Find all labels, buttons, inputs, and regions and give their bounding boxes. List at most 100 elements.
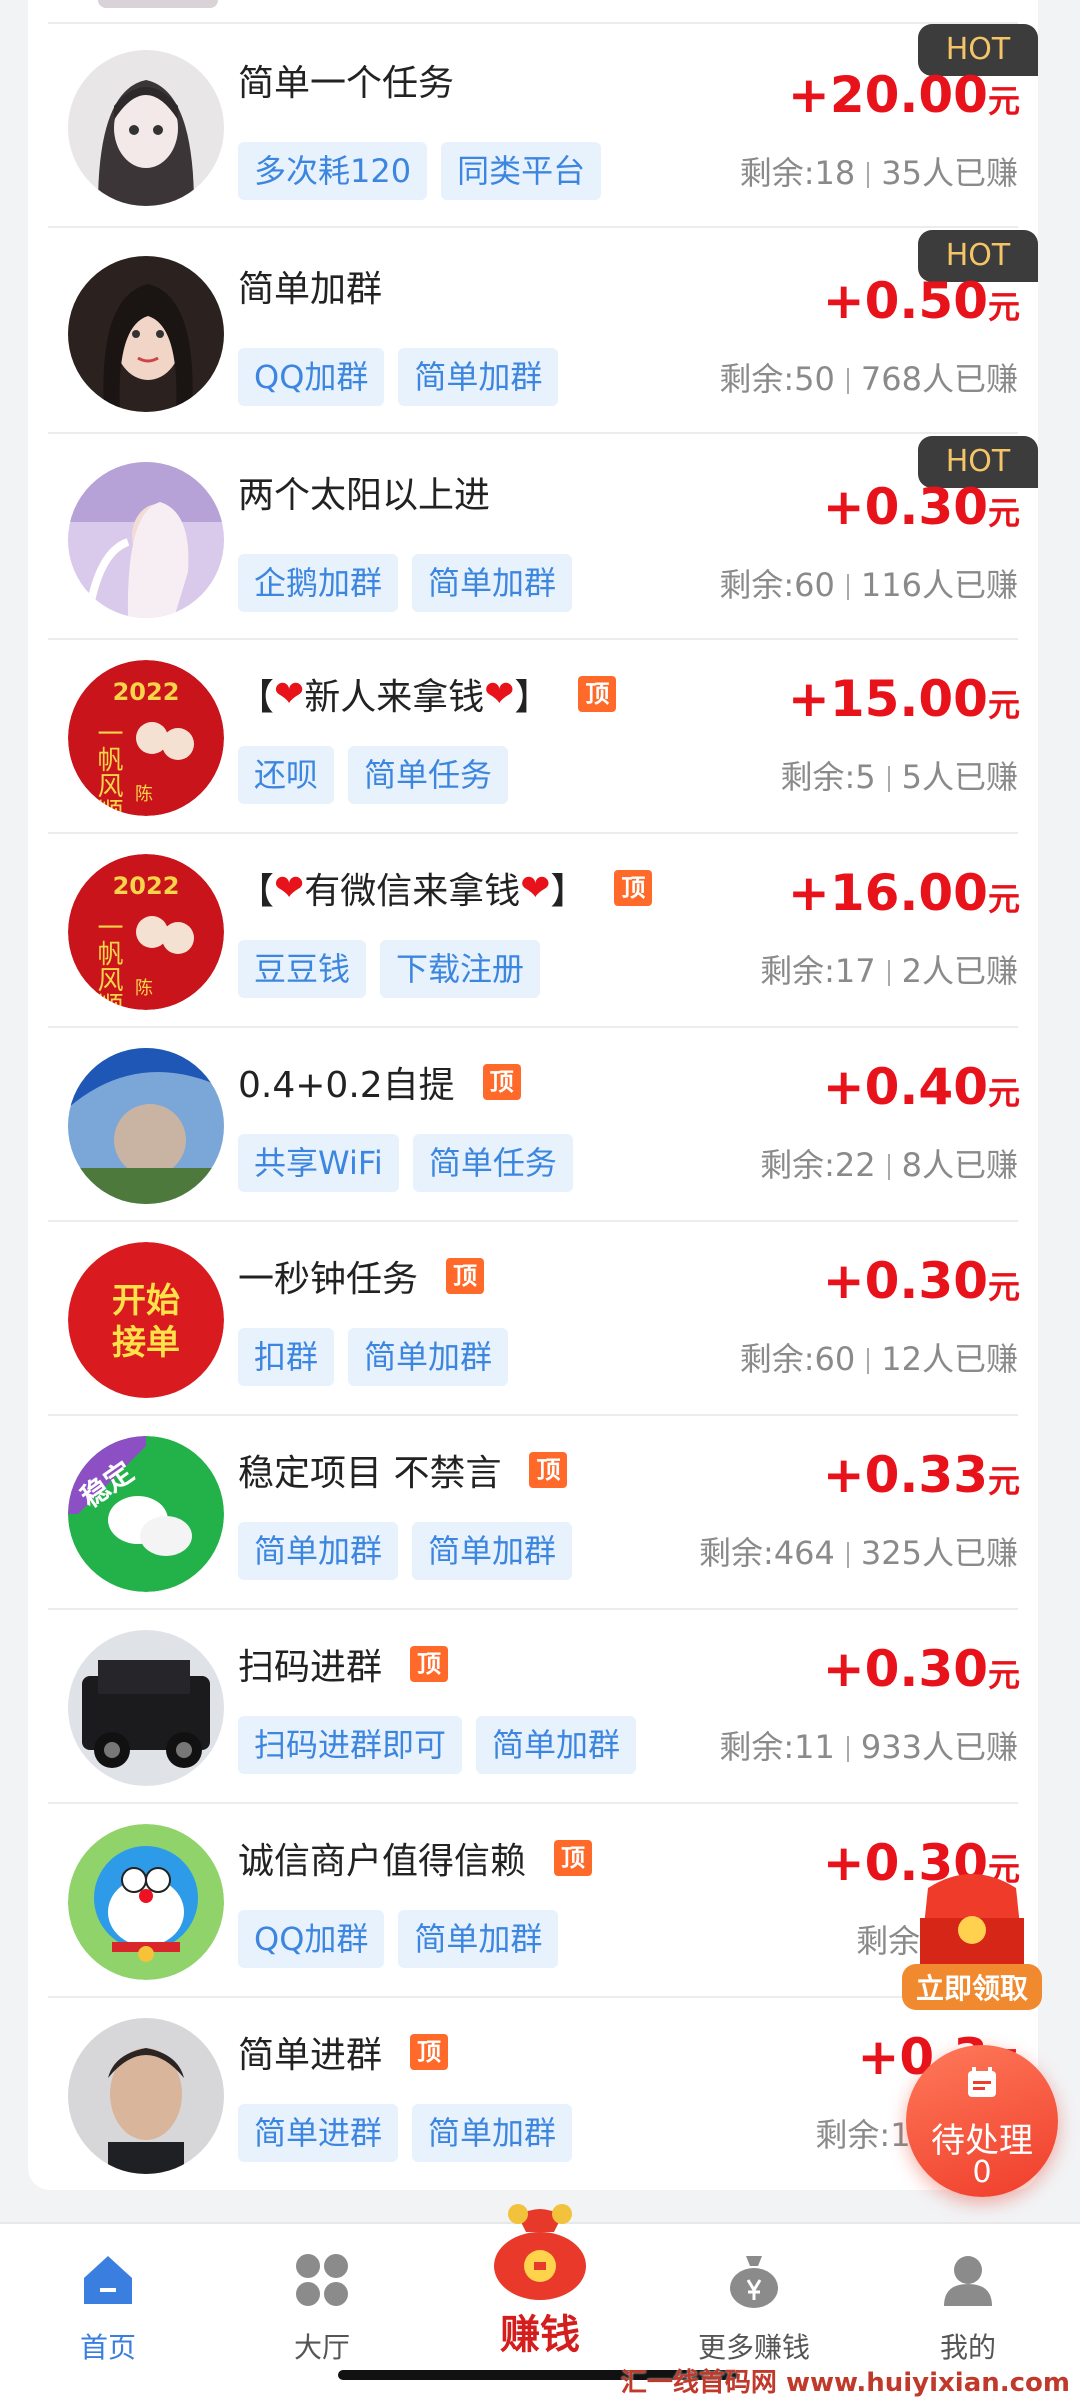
- avatar: [68, 1824, 224, 1980]
- pinned-badge: 顶: [554, 1840, 593, 1876]
- title-text: 新人来拿钱: [304, 677, 485, 718]
- task-stats: 剩余:5 5人已赚: [780, 752, 1018, 798]
- title-text: 扫码进群: [238, 1647, 383, 1688]
- redpack-claim-button[interactable]: 立即领取: [898, 1868, 1046, 2018]
- earned-count: 933人已赚: [860, 1728, 1018, 1766]
- avatar-calligraphy-text: 一帆风顺: [93, 914, 123, 1010]
- price-unit: 元: [987, 288, 1020, 326]
- price-value: +16.00: [787, 864, 988, 922]
- tab-earn[interactable]: 赚钱: [478, 2202, 602, 2358]
- tab-label: 我的: [939, 2331, 996, 2364]
- tab-label: 赚钱: [500, 2312, 580, 2358]
- task-tag: 企鹅加群: [238, 554, 399, 612]
- price-unit: 元: [987, 686, 1020, 724]
- task-row[interactable]: 稳定 稳定项目 不禁言 顶 简单加群 简单加群 +0.33元 剩余:464 325…: [48, 1416, 1020, 1610]
- pending-tasks-button[interactable]: 待处理 0: [906, 2045, 1058, 2197]
- calendar-icon: [968, 2067, 996, 2097]
- task-list-card: HOT 简单一个任务 多次耗120 同类平台 +20.00元 剩余:18 35人已…: [28, 0, 1038, 2190]
- task-row[interactable]: 2022 一帆风顺陈 【❤ 新人来拿钱 ❤】 顶 还呗 简单任务 +15.00元 剩余…: [48, 640, 1020, 834]
- tab-label: 首页: [79, 2331, 136, 2364]
- title-text: 一秒钟任务: [238, 1259, 419, 1300]
- task-tags: 还呗 简单任务: [238, 746, 509, 804]
- title-text: 简单进群: [238, 2035, 383, 2076]
- task-stats: 剩余:18 35人已赚: [740, 148, 1018, 194]
- task-row[interactable]: 0.4+0.2自提 顶 共享WiFi 简单任务 +0.40元 剩余:22 8人已赚: [48, 1028, 1020, 1222]
- task-title: 简单进群 顶: [238, 2026, 449, 2078]
- task-tags: 共享WiFi 简单任务: [238, 1134, 573, 1192]
- task-title: 0.4+0.2自提 顶: [238, 1056, 521, 1108]
- avatar: [68, 50, 224, 206]
- task-stats: 剩余:22 8人已赚: [760, 1140, 1018, 1186]
- task-tag: 简单加群: [412, 2104, 573, 2162]
- task-tags: 豆豆钱 下载注册: [238, 940, 541, 998]
- task-title: 稳定项目 不禁言 顶: [238, 1444, 568, 1496]
- task-reward: +0.30元: [823, 478, 1020, 536]
- task-tag: 扫码进群即可: [238, 1716, 463, 1774]
- task-tag: 简单加群: [238, 1522, 399, 1580]
- redpack-label: 立即领取: [916, 1972, 1028, 2005]
- price-value: +0.50: [822, 272, 988, 330]
- task-tag: 还呗: [238, 746, 335, 804]
- remaining-count: 剩余:11: [719, 1728, 835, 1766]
- task-row[interactable]: HOT 简单加群 QQ加群 简单加群 +0.50元 剩余:50 768人已赚: [48, 228, 1038, 434]
- task-stats: 剩余:60 116人已赚: [719, 560, 1018, 606]
- task-title: 【❤ 新人来拿钱 ❤】 顶: [238, 668, 617, 720]
- price-value: +15.00: [787, 670, 988, 728]
- price-unit: 元: [987, 1268, 1020, 1306]
- task-title: 【❤ 有微信来拿钱 ❤】 顶: [238, 862, 653, 914]
- task-tags: 多次耗120 同类平台: [238, 142, 602, 200]
- avatar-text: 开始: [112, 1281, 180, 1321]
- task-row[interactable]: 开始 接单 一秒钟任务 顶 扣群 简单加群 +0.30元 剩余:60 12人已赚: [48, 1222, 1020, 1416]
- task-tag: 简单任务: [348, 746, 509, 804]
- avatar-year-text: 2022: [113, 872, 180, 900]
- task-tags: 扫码进群即可 简单加群: [238, 1716, 637, 1774]
- task-row[interactable]: 2022 一帆风顺陈 【❤ 有微信来拿钱 ❤】 顶 豆豆钱 下载注册 +16.00元 …: [48, 834, 1020, 1028]
- task-row[interactable]: HOT 简单一个任务 多次耗120 同类平台 +20.00元 剩余:18 35人已…: [48, 24, 1038, 228]
- task-row[interactable]: 扫码进群 顶 扫码进群即可 简单加群 +0.30元 剩余:11 933人已赚: [48, 1610, 1020, 1804]
- avatar-year-text: 2022: [113, 678, 180, 706]
- task-tag: 简单进群: [238, 2104, 399, 2162]
- remaining-count: 剩余:60: [739, 1340, 856, 1378]
- task-title: 一秒钟任务 顶: [238, 1250, 485, 1302]
- price-value: +0.33: [822, 1446, 988, 1504]
- heart-icon: ❤: [274, 867, 305, 909]
- task-tags: QQ加群 简单加群: [238, 1910, 559, 1968]
- task-reward: +0.30元: [823, 1252, 1020, 1310]
- price-unit: 元: [987, 880, 1020, 918]
- task-tag: 同类平台: [441, 142, 602, 200]
- avatar-calligraphy-text: 一帆风顺: [93, 720, 123, 816]
- pinned-badge: 顶: [410, 2034, 449, 2070]
- remaining-count: 剩余:17: [760, 952, 876, 990]
- money-bag-icon: [494, 2204, 586, 2300]
- task-row[interactable]: 简单进群 顶 简单进群 简单加群 +0.3元 剩余:13449: [48, 1998, 1020, 2190]
- task-row[interactable]: HOT 两个太阳以上进 企鹅加群 简单加群 +0.30元 剩余:60 116人已赚: [48, 434, 1038, 640]
- divider: [846, 574, 849, 600]
- task-stats: 剩余:50 768人已赚: [719, 354, 1018, 400]
- task-tag: 简单加群: [398, 348, 559, 406]
- earned-count: 325人已赚: [860, 1534, 1018, 1572]
- task-title: 诚信商户值得信赖 顶: [238, 1832, 593, 1884]
- price-value: +0.30: [822, 478, 988, 536]
- task-title: 简单一个任务: [238, 63, 455, 104]
- task-row[interactable]: 诚信商户值得信赖 顶 QQ加群 简单加群 +0.30元 剩余:712: [48, 1804, 1020, 1998]
- remaining-count: 剩余:5: [780, 758, 876, 796]
- avatar: [68, 1630, 224, 1786]
- remaining-count: 剩余:464: [699, 1534, 835, 1572]
- task-tag: QQ加群: [238, 1910, 385, 1968]
- user-icon: [944, 2256, 992, 2306]
- avatar: 开始 接单: [68, 1242, 224, 1398]
- avatar: 2022 一帆风顺陈: [68, 854, 224, 1010]
- avatar-partial: [98, 0, 218, 8]
- task-tags: QQ加群 简单加群: [238, 348, 559, 406]
- earned-count: 768人已赚: [860, 360, 1018, 398]
- task-stats: 剩余:60 12人已赚: [740, 1334, 1018, 1380]
- divider: [867, 1348, 870, 1374]
- task-title: 两个太阳以上进: [238, 475, 491, 516]
- pinned-badge: 顶: [446, 1258, 485, 1294]
- price-value: +0.30: [822, 1640, 988, 1698]
- earned-count: 116人已赚: [860, 566, 1018, 604]
- divider: [846, 368, 849, 394]
- avatar: [68, 256, 224, 412]
- title-text: 诚信商户值得信赖: [238, 1841, 527, 1882]
- task-reward: +0.33元: [823, 1446, 1020, 1504]
